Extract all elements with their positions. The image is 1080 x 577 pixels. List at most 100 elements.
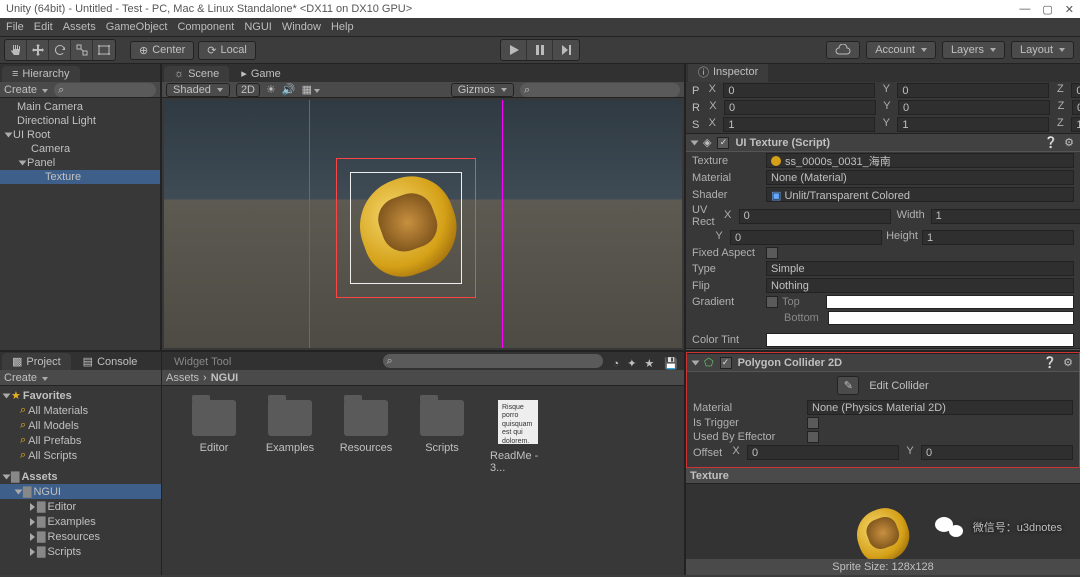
gear-icon[interactable]: ⚙ <box>1064 136 1074 149</box>
tab-game[interactable]: ▸Game <box>231 65 291 82</box>
pivot-local-button[interactable]: ⟳Local <box>198 41 256 60</box>
rot-x-field[interactable] <box>724 100 876 115</box>
tree-fav-item[interactable]: ⌕All Prefabs <box>0 433 161 448</box>
gizmos-dropdown[interactable]: Gizmos <box>451 83 514 97</box>
hierarchy-item[interactable]: Camera <box>0 142 160 156</box>
menu-edit[interactable]: Edit <box>34 21 53 33</box>
gear-icon[interactable]: ⚙ <box>1063 356 1073 369</box>
tree-assets[interactable]: ▇Assets <box>0 469 161 484</box>
create-dropdown[interactable]: Create <box>4 372 48 384</box>
uv-h-field[interactable] <box>922 230 1074 245</box>
filter-icon[interactable]: ◔ <box>613 358 620 370</box>
hand-tool-icon[interactable] <box>5 40 27 60</box>
account-dropdown[interactable]: Account <box>866 41 936 59</box>
asset-folder[interactable]: Resources <box>338 400 394 454</box>
menu-gameobject[interactable]: GameObject <box>106 21 168 33</box>
play-button[interactable] <box>501 40 527 60</box>
expand-icon[interactable] <box>19 161 27 166</box>
hierarchy-item[interactable]: Panel <box>0 156 160 170</box>
minimize-icon[interactable]: — <box>1019 3 1030 16</box>
tree-item[interactable]: ▇Examples <box>0 514 161 529</box>
step-button[interactable] <box>553 40 579 60</box>
enable-checkbox[interactable]: ✓ <box>717 137 729 149</box>
enable-checkbox[interactable]: ✓ <box>720 357 732 369</box>
is-trigger-checkbox[interactable] <box>807 417 819 429</box>
polygon-collider-header[interactable]: ⬠ ✓ Polygon Collider 2D ❔ ⚙ <box>687 353 1079 372</box>
tab-widget-tool[interactable]: Widget Tool <box>164 354 241 370</box>
tab-inspector[interactable]: ⓘInspector <box>688 64 768 82</box>
offset-y-field[interactable] <box>921 445 1073 460</box>
filter-icon[interactable]: ✦ <box>627 357 636 370</box>
project-search-input[interactable]: ⌕ <box>383 354 603 368</box>
maximize-icon[interactable]: ▢ <box>1042 3 1052 16</box>
menu-component[interactable]: Component <box>177 21 234 33</box>
pivot-center-button[interactable]: ⊕Center <box>130 41 194 60</box>
rect-tool-icon[interactable] <box>93 40 115 60</box>
uv-x-field[interactable] <box>739 209 891 224</box>
pos-y-field[interactable] <box>897 83 1049 98</box>
gradient-checkbox[interactable] <box>766 296 778 308</box>
fixed-aspect-checkbox[interactable] <box>766 247 778 259</box>
color-tint-field[interactable] <box>766 333 1074 347</box>
material-field[interactable]: None (Material) <box>766 170 1074 185</box>
menu-assets[interactable]: Assets <box>63 21 96 33</box>
tree-fav-item[interactable]: ⌕All Scripts <box>0 448 161 463</box>
texture-field[interactable]: ss_0000s_0031_海南 <box>766 153 1074 168</box>
menu-ngui[interactable]: NGUI <box>244 21 272 33</box>
menu-help[interactable]: Help <box>331 21 354 33</box>
tab-hierarchy[interactable]: ≡Hierarchy <box>2 66 80 82</box>
menu-window[interactable]: Window <box>282 21 321 33</box>
scene-viewport[interactable] <box>164 100 682 348</box>
scene-search-input[interactable]: ⌕ <box>520 83 680 97</box>
expand-icon[interactable] <box>692 360 700 365</box>
scl-x-field[interactable] <box>723 117 875 132</box>
close-icon[interactable]: ✕ <box>1065 3 1074 16</box>
pos-x-field[interactable] <box>723 83 875 98</box>
asset-folder[interactable]: Scripts <box>414 400 470 454</box>
2d-toggle[interactable]: 2D <box>236 83 260 97</box>
cloud-icon[interactable] <box>826 41 860 59</box>
shader-field[interactable]: ▣ Unlit/Transparent Colored <box>766 187 1074 202</box>
save-icon[interactable]: 💾 <box>664 357 678 370</box>
asset-folder[interactable]: Editor <box>186 400 242 454</box>
type-dropdown[interactable]: Simple <box>766 261 1074 276</box>
gradient-bottom-color[interactable] <box>828 311 1074 325</box>
breadcrumb-item[interactable]: NGUI <box>211 372 239 384</box>
flip-dropdown[interactable]: Nothing <box>766 278 1074 293</box>
pc-material-field[interactable]: None (Physics Material 2D) <box>807 400 1073 415</box>
hierarchy-item[interactable]: Main Camera <box>0 100 160 114</box>
preview-title[interactable]: Texture <box>686 468 1080 484</box>
gradient-top-color[interactable] <box>826 295 1074 309</box>
tree-ngui[interactable]: ▇NGUI <box>0 484 161 499</box>
layout-dropdown[interactable]: Layout <box>1011 41 1074 59</box>
pause-button[interactable] <box>527 40 553 60</box>
shaded-dropdown[interactable]: Shaded <box>166 83 230 97</box>
filter-icon[interactable]: ★ <box>644 357 654 370</box>
light-toggle-icon[interactable]: ☀ <box>266 83 276 96</box>
tree-item[interactable]: ▇Editor <box>0 499 161 514</box>
asset-folder[interactable]: Examples <box>262 400 318 454</box>
tab-project[interactable]: ▩Project <box>2 353 71 370</box>
uv-w-field[interactable] <box>931 209 1080 224</box>
rot-y-field[interactable] <box>898 100 1050 115</box>
breadcrumb-item[interactable]: Assets <box>166 372 199 384</box>
tab-console[interactable]: ▤Console <box>73 353 148 370</box>
rot-z-field[interactable] <box>1072 100 1080 115</box>
create-dropdown[interactable]: Create <box>4 84 48 96</box>
uv-y-field[interactable] <box>730 230 882 245</box>
hierarchy-search-input[interactable]: ⌕ <box>54 83 156 97</box>
scale-tool-icon[interactable] <box>71 40 93 60</box>
tree-fav-item[interactable]: ⌕All Materials <box>0 403 161 418</box>
tab-scene[interactable]: ☼Scene <box>164 66 229 82</box>
ui-texture-header[interactable]: ◈ ✓ UI Texture (Script) ❔ ⚙ <box>686 133 1080 152</box>
widget-section-header[interactable]: Widget <box>686 348 1080 350</box>
scl-z-field[interactable] <box>1071 117 1080 132</box>
tree-item[interactable]: ▇Scripts <box>0 544 161 559</box>
tree-fav-item[interactable]: ⌕All Models <box>0 418 161 433</box>
help-icon[interactable]: ❔ <box>1044 136 1058 149</box>
fx-toggle-icon[interactable]: ▦ <box>302 83 320 96</box>
rotate-tool-icon[interactable] <box>49 40 71 60</box>
used-by-effector-checkbox[interactable] <box>807 431 819 443</box>
offset-x-field[interactable] <box>747 445 899 460</box>
audio-toggle-icon[interactable]: 🔊 <box>282 83 296 96</box>
